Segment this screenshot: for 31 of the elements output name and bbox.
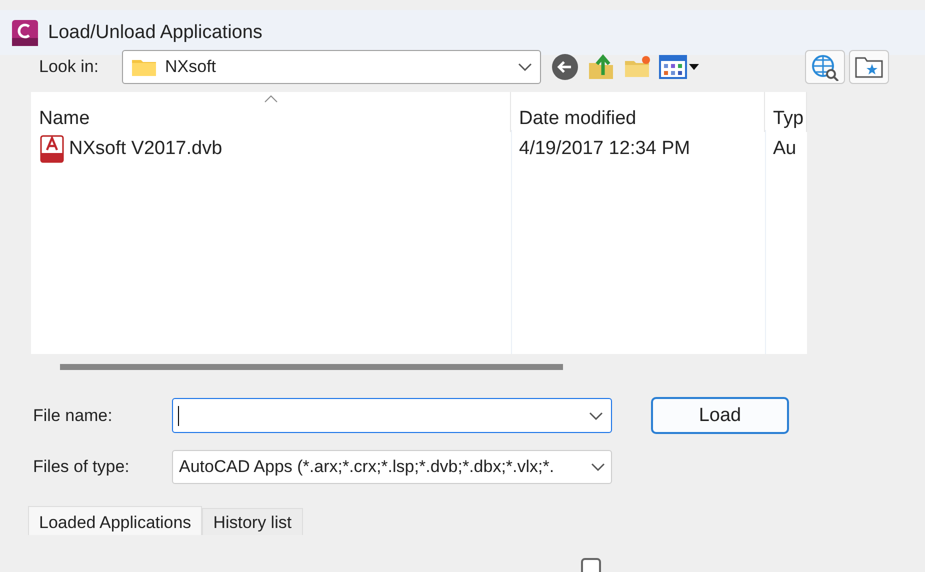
look-in-dropdown[interactable]: NXsoft [122,50,541,84]
caret-icon [689,64,699,70]
file-icon [39,135,65,163]
window-title: Load/Unload Applications [48,22,262,44]
column-header[interactable]: Date modified [511,92,765,132]
scrollbar-thumb[interactable] [60,364,563,370]
app-icon [12,20,38,46]
checkbox[interactable] [581,558,601,572]
globe-search-icon [810,52,840,80]
load-button[interactable]: Load [651,397,789,434]
type-cell-text: Au [772,137,798,161]
search-web-button[interactable] [805,50,845,84]
folder-star-icon [854,54,884,78]
files-of-type-label: Files of type: [33,457,130,477]
views-menu-button[interactable] [659,54,699,78]
tab[interactable]: Loaded Applications [28,506,202,535]
column-header[interactable]: Typ [765,92,807,132]
tab[interactable]: History list [202,508,303,535]
date-cell-text: 4/19/2017 12:34 PM [518,137,692,161]
back-icon[interactable] [551,52,579,80]
look-in-label: Look in: [39,56,100,76]
file-name-cell[interactable]: NXsoft V2017.dvb [31,132,511,166]
chevron-down-icon [589,412,603,420]
favorites-button[interactable] [849,50,889,84]
chevron-down-icon [591,463,605,471]
chevron-down-icon [518,62,532,70]
files-of-type-dropdown[interactable]: AutoCAD Apps (*.arx;*.crx;*.lsp;*.dvb;*.dbx;*.vlx;*. [172,450,612,484]
file-name-label: File name: [33,406,114,426]
column-header[interactable]: Name [31,92,511,132]
file-name-field[interactable] [172,398,612,433]
folder-up-icon[interactable] [587,52,615,80]
